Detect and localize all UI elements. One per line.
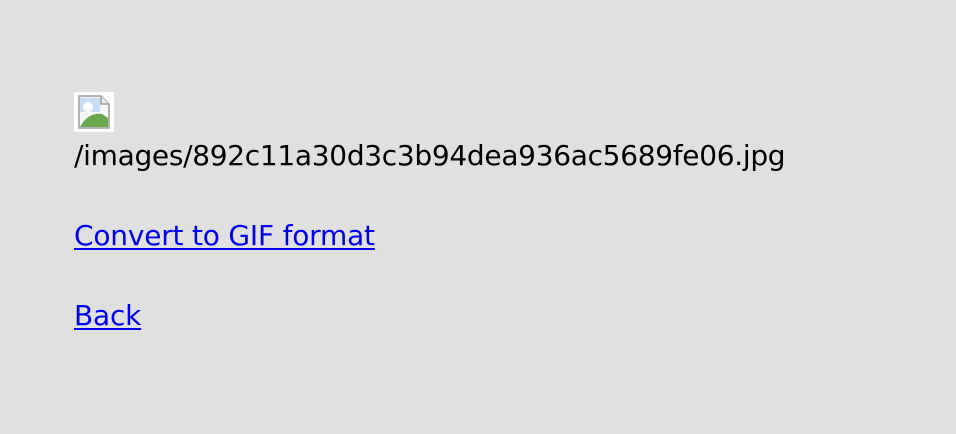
convert-paragraph: Convert to GIF format (74, 218, 944, 254)
broken-image-icon (74, 92, 114, 132)
back-link[interactable]: Back (74, 299, 141, 332)
convert-to-gif-link[interactable]: Convert to GIF format (74, 219, 375, 252)
image-path: /images/892c11a30d3c3b94dea936ac5689fe06… (74, 139, 786, 172)
back-paragraph: Back (74, 298, 944, 334)
page-content: /images/892c11a30d3c3b94dea936ac5689fe06… (74, 92, 944, 334)
